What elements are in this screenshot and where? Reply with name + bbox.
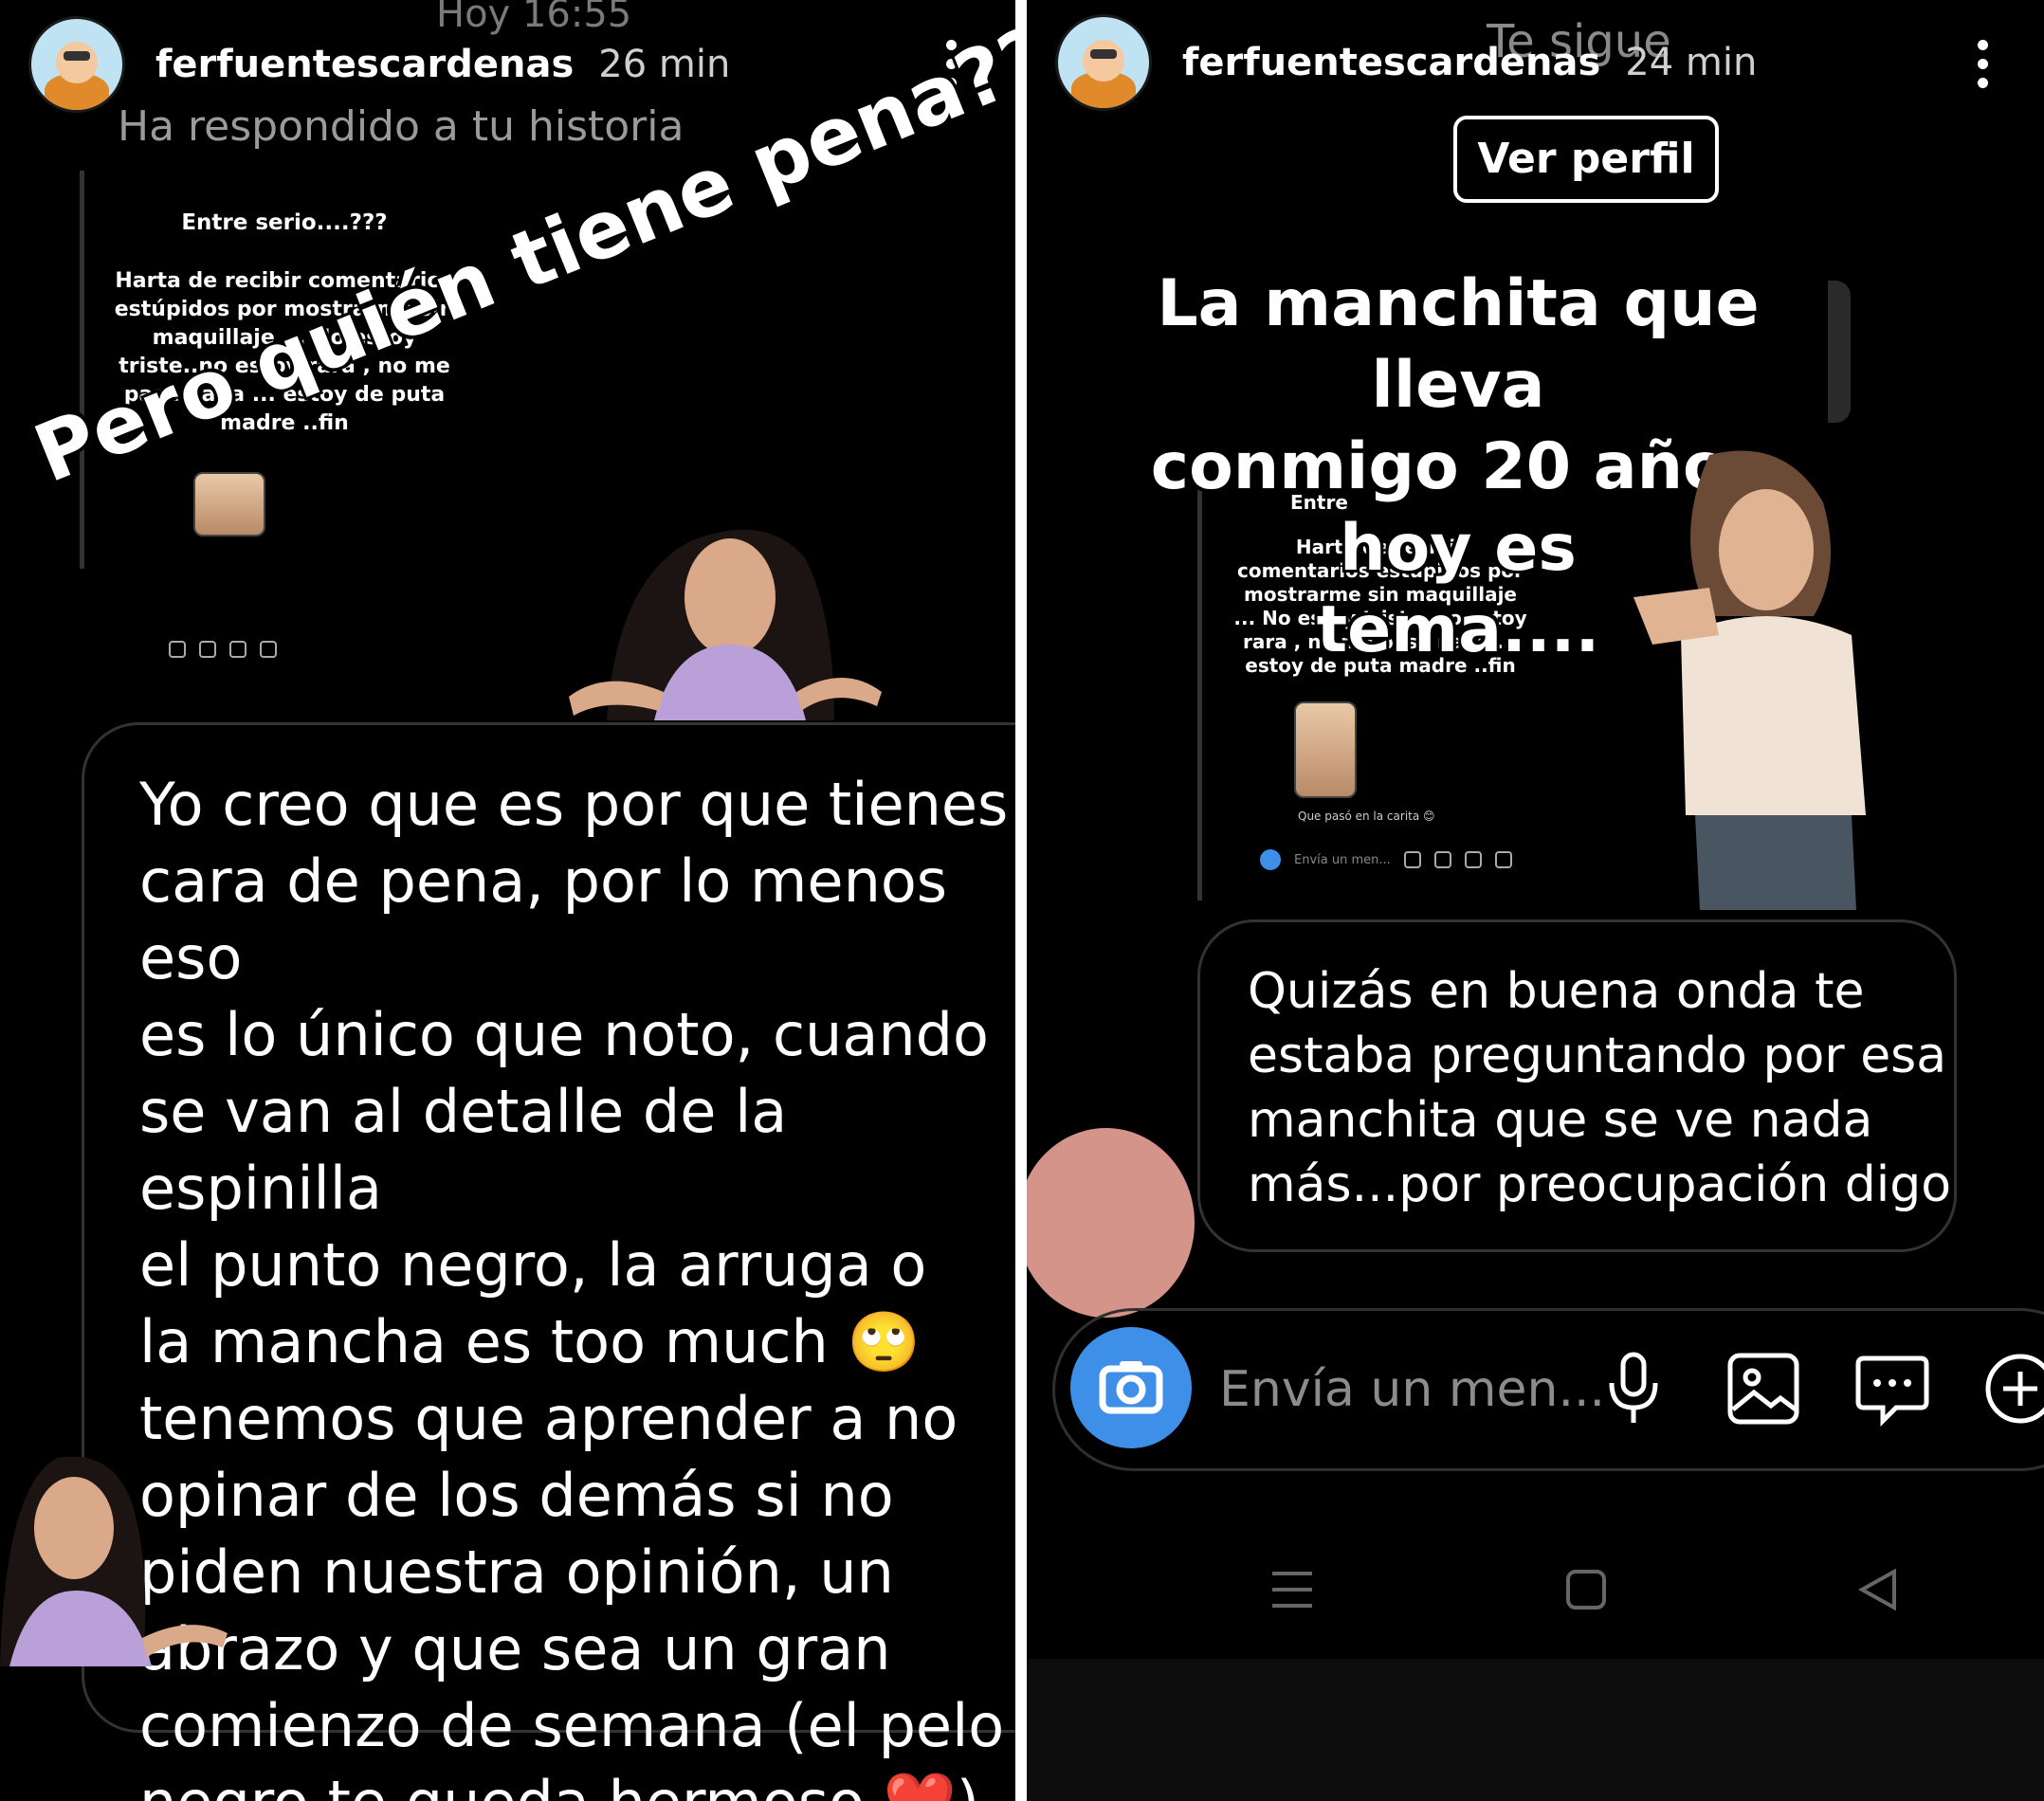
girl-shrug-sticker [569,529,882,720]
woman-pointing-sticker [1633,450,1866,910]
thumbnail-input-text: Envía un men... [1294,852,1391,867]
sticker-icon[interactable] [1854,1351,1930,1427]
headline-bracket [1828,281,1851,423]
view-profile-button[interactable]: Ver perfil [1453,116,1719,203]
home-square-icon[interactable] [1562,1566,1610,1613]
image-icon[interactable] [1725,1351,1801,1427]
microphone-icon[interactable] [1600,1351,1667,1427]
back-triangle-icon[interactable] [1854,1566,1902,1613]
story-header: ferfuentescardenas 26 min [28,16,731,113]
add-icon[interactable] [1982,1351,2044,1427]
camera-button[interactable] [1070,1327,1192,1448]
bottom-area [1027,1659,2044,1801]
thumbnail-input-bar: Envía un men... [1260,849,1512,870]
avatar[interactable] [28,16,125,113]
right-story-panel: Te sigue ferfuentescardenas 24 min Ver p… [1027,0,2044,1801]
post-time: 24 min [1625,41,1758,84]
girl-sticker-small [0,1456,228,1666]
message-text: Yo creo que es por que tienes cara de pe… [139,770,1009,1801]
thumbnail-rule [80,171,84,569]
camera-icon [1099,1361,1163,1414]
message-text: Quizás en buena onda te estaba preguntan… [1248,963,1952,1213]
thumbnail-photo [193,472,265,537]
reaction-blob [1027,1128,1195,1318]
left-story-panel: Hoy 16:55 ferfuentescardenas 26 min Ha r… [0,0,1015,1801]
post-time: 26 min [598,43,731,86]
thumbnail-reply: Que pasó en la carita 😊 [1298,810,1435,823]
username[interactable]: ferfuentescardenas [155,43,574,86]
thumbnail-photo [1294,701,1357,798]
panel-divider [1015,0,1027,1801]
more-options-icon[interactable] [1978,40,1989,97]
story-header: ferfuentescardenas 24 min [1055,14,1758,111]
message-input[interactable]: Envía un men... [1219,1361,1605,1418]
username[interactable]: ferfuentescardenas [1182,41,1600,84]
avatar[interactable] [1055,14,1152,111]
thumbnail-input-bar [169,641,277,658]
thumbnail-title: Entre serio....??? [181,210,388,235]
menu-icon[interactable] [1268,1566,1316,1613]
replied-label: Ha respondido a tu historia [118,102,684,151]
